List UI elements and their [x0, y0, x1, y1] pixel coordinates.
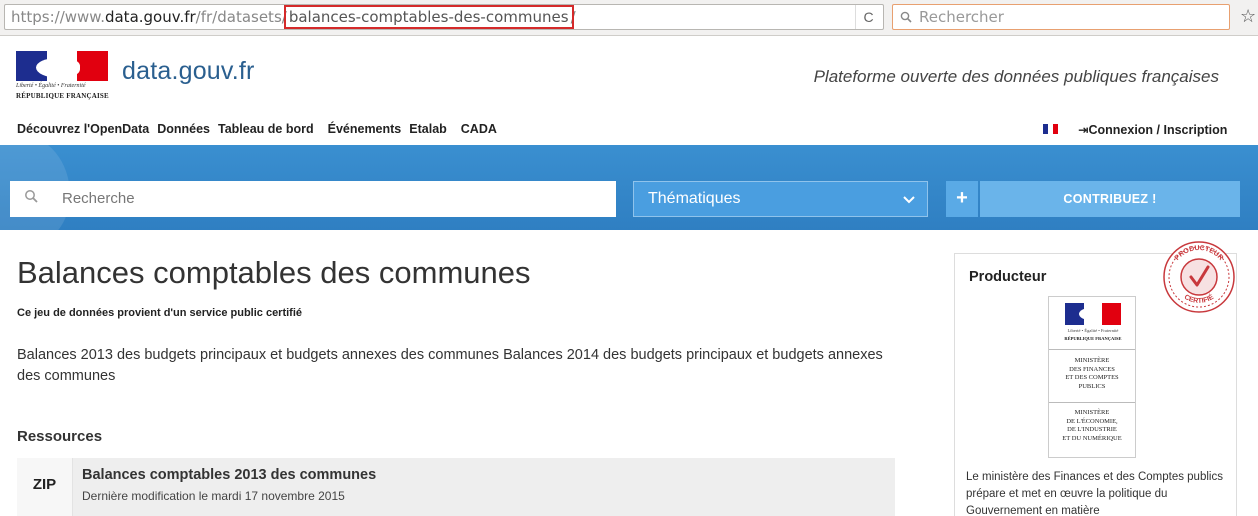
url-prefix: https://www.: [11, 8, 105, 26]
french-flag-icon[interactable]: [1043, 124, 1058, 134]
nav-item-cada[interactable]: CADA: [461, 122, 497, 136]
nav-item-tableau-de-bord[interactable]: Tableau de bord: [218, 122, 314, 136]
main-nav: Découvrez l'OpenData Données Tableau de …: [17, 122, 497, 136]
logo-motto: Liberté • Égalité • Fraternité: [16, 83, 86, 89]
plus-icon[interactable]: +: [946, 181, 978, 217]
ministry-logo-republic: RÉPUBLIQUE FRANÇAISE: [1064, 336, 1122, 341]
browser-search-input[interactable]: Rechercher: [892, 4, 1230, 30]
url-path: /fr/datasets/: [195, 8, 287, 26]
reload-icon[interactable]: C: [855, 5, 881, 29]
contribute-button[interactable]: CONTRIBUEZ !: [980, 181, 1240, 217]
ministry-finances-label: MINISTÈRE DES FINANCES ET DES COMPTES PU…: [1065, 357, 1119, 390]
dataset-description: Balances 2013 des budgets principaux et …: [17, 347, 883, 384]
url-slug-highlighted: balances-comptables-des-communes: [283, 5, 574, 29]
certified-note: Ce jeu de données provient d'un service …: [17, 307, 303, 319]
certified-producer-seal-icon: PRODUCTEUR CERTIFIÉ: [1163, 241, 1235, 313]
browser-search-placeholder: Rechercher: [919, 8, 1004, 26]
flag-icon: [16, 51, 108, 81]
login-icon: ⇥: [1078, 123, 1089, 137]
login-label: Connexion / Inscription: [1088, 123, 1228, 137]
tagline: Plateforme ouverte des données publiques…: [813, 67, 1219, 86]
producer-heading: Producteur: [969, 269, 1047, 285]
url-domain: data.gouv.fr: [104, 8, 196, 26]
producer-description: Le ministère des Finances et des Comptes…: [966, 471, 1223, 516]
search-band: Recherche Thématiques + CONTRIBUEZ !: [0, 145, 1258, 230]
login-link[interactable]: ⇥Connexion / Inscription: [1078, 122, 1227, 137]
url-suffix: /: [570, 8, 576, 26]
nav-item-evenements[interactable]: Événements: [328, 122, 402, 136]
nav-item-opendata[interactable]: Découvrez l'OpenData: [17, 122, 149, 136]
ministry-logo-motto: Liberté • Égalité • Fraternité: [1067, 328, 1119, 333]
ministry-economie-label: MINISTÈRE DE L'ÉCONOMIE, DE L'INDUSTRIE …: [1062, 409, 1122, 442]
search-icon: [24, 189, 38, 207]
logo-republic: RÉPUBLIQUE FRANÇAISE: [16, 92, 109, 100]
nav-item-donnees[interactable]: Données: [157, 122, 210, 136]
ministry-logo[interactable]: Liberté • Égalité • Fraternité RÉPUBLIQU…: [1048, 296, 1136, 458]
site-name[interactable]: data.gouv.fr: [122, 57, 255, 86]
resource-title[interactable]: Balances comptables 2013 des communes: [82, 467, 376, 483]
browser-toolbar: https://www.data.gouv.fr/fr/datasets/bal…: [0, 0, 1258, 36]
search-icon: [900, 5, 912, 32]
resource-modified-date: Dernière modification le mardi 17 novemb…: [82, 489, 345, 503]
address-bar[interactable]: https://www.data.gouv.fr/fr/datasets/bal…: [4, 4, 884, 30]
nav-item-etalab[interactable]: Etalab: [409, 122, 447, 136]
resource-item[interactable]: ZIP Balances comptables 2013 des commune…: [17, 458, 895, 516]
site-search-input[interactable]: Recherche: [10, 181, 616, 217]
republique-francaise-logo[interactable]: Liberté • Égalité • Fraternité RÉPUBLIQU…: [16, 51, 109, 103]
site-search-placeholder: Recherche: [62, 190, 135, 207]
page-title: Balances comptables des communes: [17, 255, 531, 290]
chevron-down-icon: [903, 182, 915, 216]
resources-heading: Ressources: [17, 428, 103, 445]
star-icon[interactable]: ☆: [1240, 6, 1256, 27]
themes-label: Thématiques: [648, 190, 741, 207]
resource-format-badge: ZIP: [17, 458, 73, 516]
themes-dropdown[interactable]: Thématiques: [633, 181, 928, 217]
